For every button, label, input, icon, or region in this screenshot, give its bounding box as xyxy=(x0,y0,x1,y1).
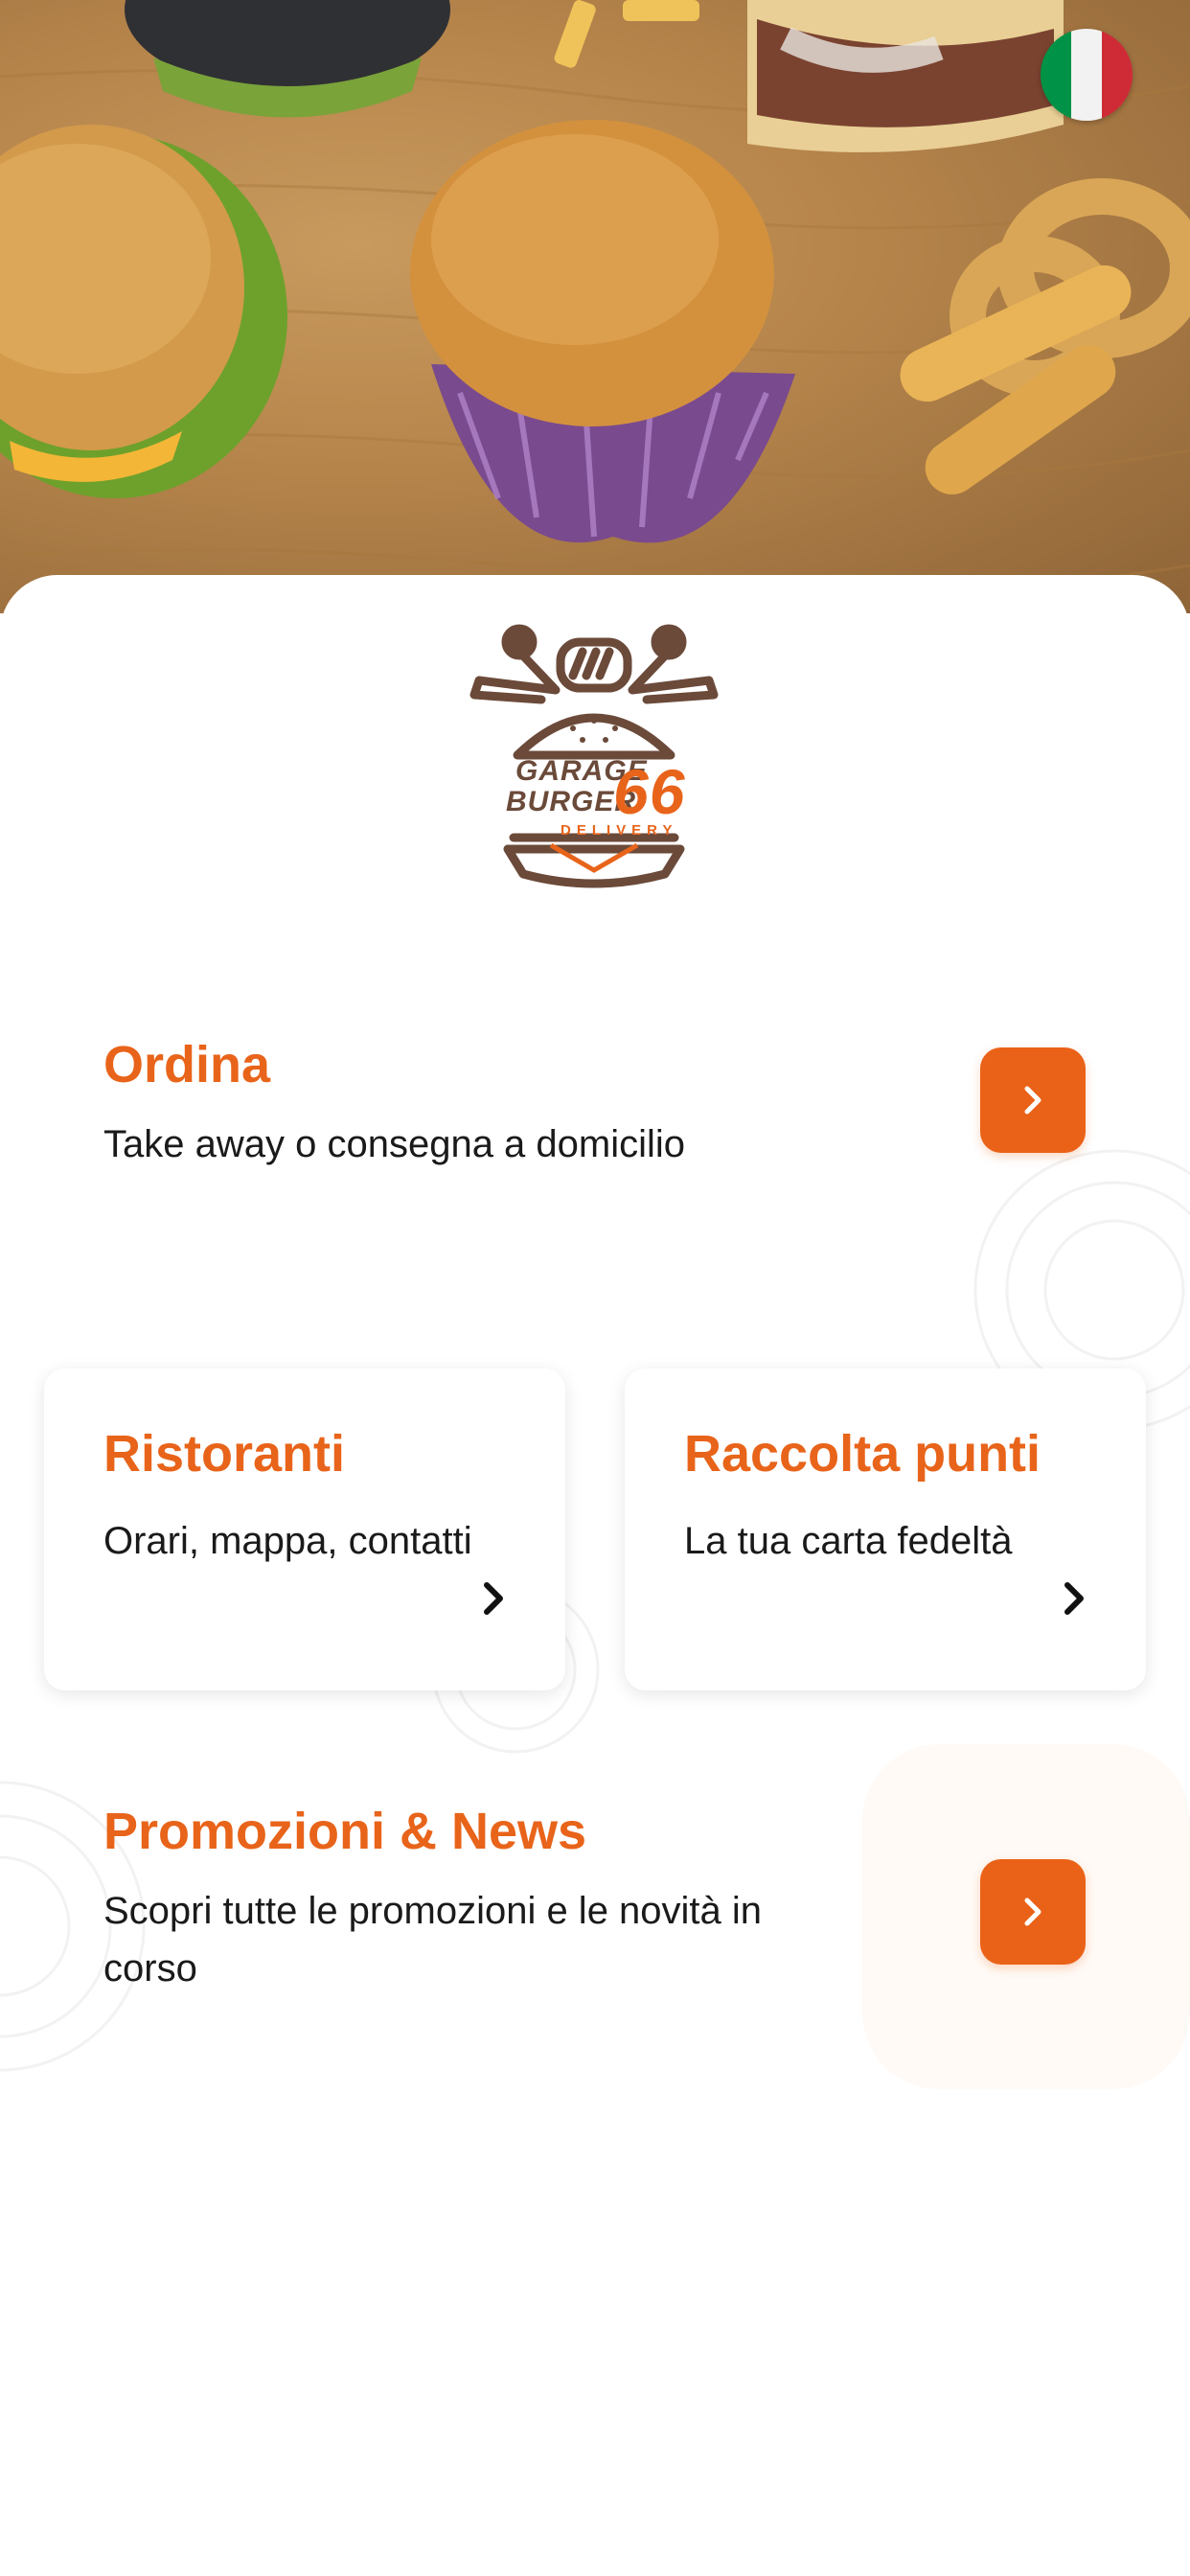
promo-subtitle-line2: corso xyxy=(103,1947,197,1990)
hero-food-photo xyxy=(0,0,1190,613)
brand-logo: GARAGE BURGER 66 DELIVERY xyxy=(460,623,728,901)
order-subtitle: Take away o consegna a domicilio xyxy=(103,1123,686,1165)
restaurants-card[interactable]: Ristoranti Orari, mappa, contatti xyxy=(44,1368,565,1690)
logo-number: 66 xyxy=(613,756,686,827)
flag-stripe-white xyxy=(1071,29,1102,121)
promo-subtitle-line1: Scopri tutte le promozioni e le novità i… xyxy=(103,1890,763,1932)
loyalty-card[interactable]: Raccolta punti La tua carta fedeltà xyxy=(625,1368,1146,1690)
loyalty-subtitle: La tua carta fedeltà xyxy=(684,1520,1013,1562)
order-title: Ordina xyxy=(103,1036,271,1093)
restaurants-subtitle: Orari, mappa, contatti xyxy=(103,1520,472,1562)
logo-tagline: DELIVERY xyxy=(561,822,678,839)
loyalty-title: Raccolta punti xyxy=(684,1425,1041,1483)
restaurants-title: Ristoranti xyxy=(103,1425,346,1483)
chevron-right-icon xyxy=(484,1582,503,1615)
chevron-right-icon xyxy=(1024,1086,1041,1115)
chevron-right-icon xyxy=(1024,1898,1041,1926)
order-section[interactable]: Ordina Take away o consegna a domicilio xyxy=(0,1035,1190,1227)
burgers-illustration xyxy=(0,0,1190,594)
promo-section[interactable]: Promozioni & News Scopri tutte le promoz… xyxy=(0,1802,1190,2051)
italy-flag-icon[interactable] xyxy=(1041,29,1133,121)
order-arrow-button[interactable] xyxy=(980,1047,1086,1153)
main-sheet: GARAGE BURGER 66 DELIVERY Ordina Take aw… xyxy=(0,575,1190,2576)
promo-arrow-button[interactable] xyxy=(980,1859,1086,1965)
promo-title: Promozioni & News xyxy=(103,1803,587,1860)
chevron-right-icon xyxy=(1064,1582,1084,1615)
